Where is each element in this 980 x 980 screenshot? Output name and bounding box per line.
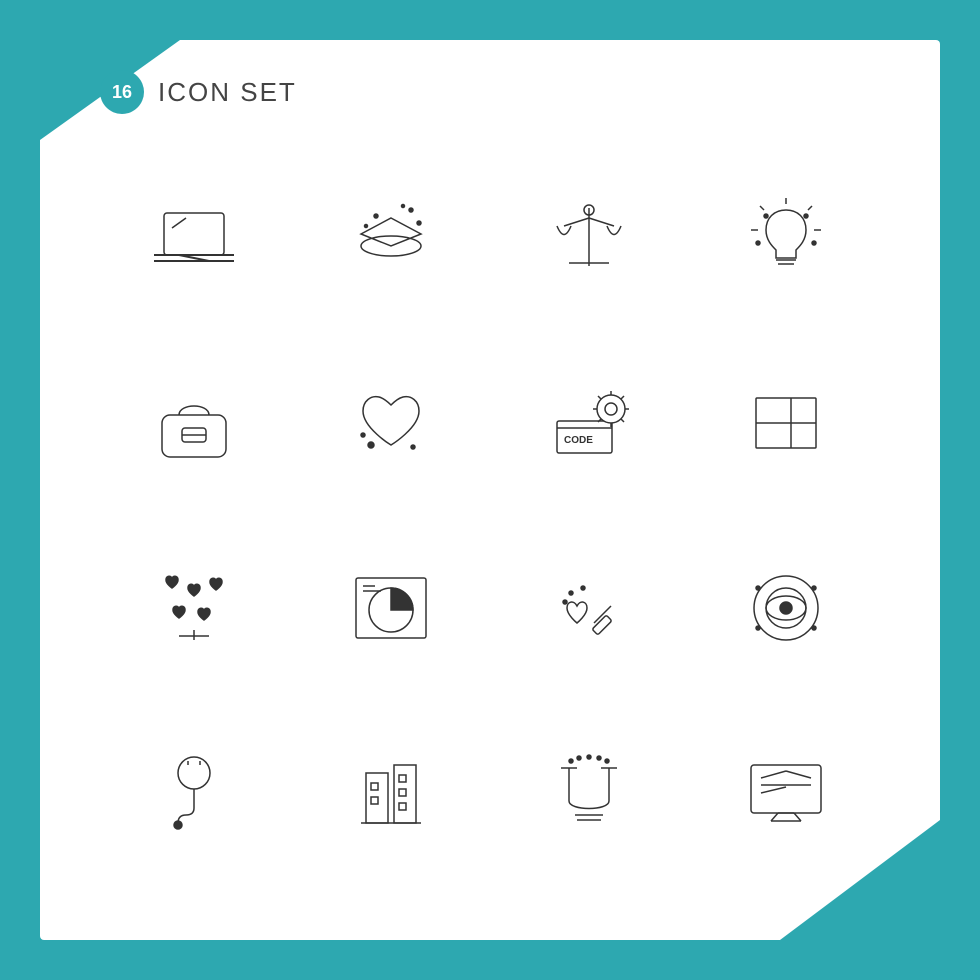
heart-bandage-icon: [341, 373, 441, 473]
plug-icon-cell: [100, 705, 288, 880]
monitor-icon: [736, 743, 836, 843]
heart-bandage-icon-cell: [298, 335, 486, 510]
header: 16 ICON SET: [100, 70, 297, 114]
magnet-icon: [539, 743, 639, 843]
love-edit-icon-cell: [495, 520, 683, 695]
grid-layout-icon-cell: [693, 335, 881, 510]
laptop-icon-cell: [100, 150, 288, 325]
code-settings-icon-cell: CODE: [495, 335, 683, 510]
hearts-falling-icon-cell: [100, 520, 288, 695]
main-card: 16 ICON SET: [40, 40, 940, 940]
laptop-icon: [144, 188, 244, 288]
love-edit-icon: [539, 558, 639, 658]
handbag-icon: [144, 373, 244, 473]
eye-target-icon: [736, 558, 836, 658]
justice-scale-icon-cell: [495, 150, 683, 325]
page-title: ICON SET: [158, 77, 297, 108]
svg-text:CODE: CODE: [564, 435, 593, 446]
pie-chart-icon: [341, 558, 441, 658]
monitor-icon-cell: [693, 705, 881, 880]
justice-scale-icon: [539, 188, 639, 288]
pie-chart-icon-cell: [298, 520, 486, 695]
lightbulb-icon-cell: [693, 150, 881, 325]
buildings-icon: [341, 743, 441, 843]
icons-grid: CODE: [100, 150, 880, 880]
lightbulb-icon: [736, 188, 836, 288]
buildings-icon-cell: [298, 705, 486, 880]
handbag-icon-cell: [100, 335, 288, 510]
hearts-falling-icon: [144, 558, 244, 658]
badge: 16: [100, 70, 144, 114]
eye-target-icon-cell: [693, 520, 881, 695]
grid-layout-icon: [736, 373, 836, 473]
code-settings-icon: CODE: [539, 373, 639, 473]
layers-icon-cell: [298, 150, 486, 325]
layers-icon: [341, 188, 441, 288]
magnet-icon-cell: [495, 705, 683, 880]
plug-icon: [144, 743, 244, 843]
